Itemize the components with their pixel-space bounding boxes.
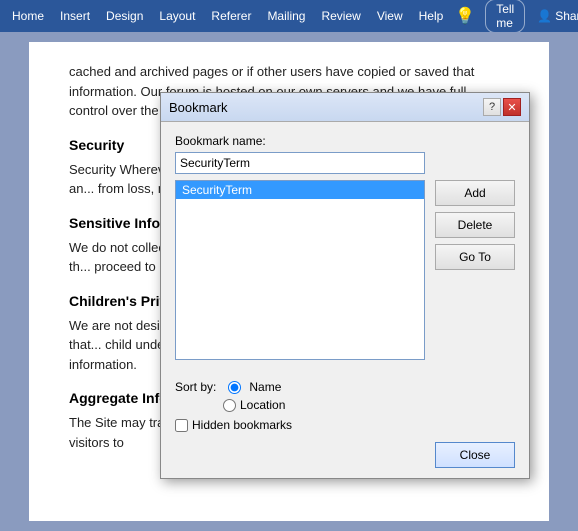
bookmark-name-input[interactable] <box>175 152 425 174</box>
share-label: Share <box>555 9 578 23</box>
tab-view[interactable]: View <box>369 0 411 32</box>
person-icon: 👤 <box>537 9 552 23</box>
lightbulb-icon: 💡 <box>451 6 479 26</box>
delete-button[interactable]: Delete <box>435 212 515 238</box>
hidden-bookmarks-checkbox[interactable] <box>175 419 188 432</box>
dialog-close-button[interactable]: ✕ <box>503 98 521 116</box>
dialog-footer: Sort by: Name Location Hidden bookmarks … <box>161 372 529 478</box>
bookmark-list[interactable]: SecurityTerm <box>175 180 425 360</box>
sort-name-radio[interactable] <box>228 381 241 394</box>
list-item-securityterm[interactable]: SecurityTerm <box>176 181 424 199</box>
tab-layout[interactable]: Layout <box>151 0 203 32</box>
document-area: cached and archived pages or if other us… <box>0 32 578 531</box>
ribbon-right: 💡 Tell me 👤 Share <box>451 0 578 33</box>
dialog-action-buttons: Add Delete Go To <box>435 180 515 360</box>
hidden-bookmarks-row: Hidden bookmarks <box>175 418 515 432</box>
sort-location-label: Location <box>240 398 285 412</box>
dialog-title-buttons: ? ✕ <box>483 98 521 116</box>
bookmark-name-label: Bookmark name: <box>175 134 515 148</box>
dialog-help-button[interactable]: ? <box>483 98 501 116</box>
tab-design[interactable]: Design <box>98 0 151 32</box>
tab-mailing[interactable]: Mailing <box>259 0 313 32</box>
add-button[interactable]: Add <box>435 180 515 206</box>
dialog-titlebar: Bookmark ? ✕ <box>161 93 529 122</box>
tell-me-input[interactable]: Tell me <box>485 0 525 33</box>
tab-insert[interactable]: Insert <box>52 0 98 32</box>
dialog-title: Bookmark <box>169 100 228 115</box>
sort-location-radio[interactable] <box>223 399 236 412</box>
sort-row: Sort by: Name <box>175 380 515 394</box>
tab-help[interactable]: Help <box>411 0 452 32</box>
share-button[interactable]: 👤 Share <box>531 9 578 23</box>
close-bottom-row: Close <box>175 442 515 468</box>
sort-by-label: Sort by: <box>175 380 216 394</box>
close-bottom-button[interactable]: Close <box>435 442 515 468</box>
hidden-bookmarks-label: Hidden bookmarks <box>192 418 292 432</box>
tab-review[interactable]: Review <box>313 0 368 32</box>
dialog-body: Bookmark name: SecurityTerm Add Delete G… <box>161 122 529 372</box>
bookmark-dialog: Bookmark ? ✕ Bookmark name: SecurityTerm… <box>160 92 530 479</box>
tab-referer[interactable]: Referer <box>203 0 259 32</box>
sort-location-row: Location <box>223 398 515 412</box>
tab-home[interactable]: Home <box>4 0 52 32</box>
ribbon: Home Insert Design Layout Referer Mailin… <box>0 0 578 32</box>
dialog-columns: SecurityTerm Add Delete Go To <box>175 180 515 360</box>
goto-button[interactable]: Go To <box>435 244 515 270</box>
sort-name-label: Name <box>249 380 281 394</box>
